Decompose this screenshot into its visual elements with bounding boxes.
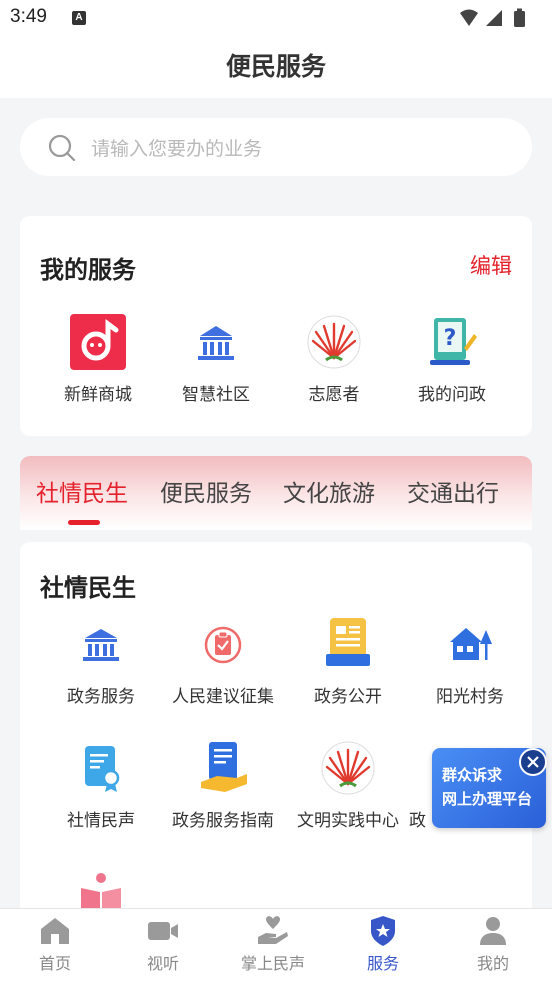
grid-item-label: 人民建议征集	[172, 687, 274, 707]
tab-label: 服务	[366, 954, 399, 973]
tab-video[interactable]: 视听	[108, 915, 218, 974]
close-icon[interactable]	[519, 748, 547, 776]
notification-icon: A	[72, 11, 86, 25]
search-placeholder: 请输入您要办的业务	[91, 138, 263, 160]
edit-button[interactable]: 编辑	[470, 250, 512, 280]
search-icon	[48, 134, 76, 166]
village-house-icon	[442, 616, 498, 672]
heart-hand-icon	[256, 915, 290, 947]
service-shield-icon	[366, 915, 400, 947]
status-icons	[458, 8, 538, 34]
tab-mine[interactable]: 我的	[438, 915, 548, 974]
tab-label: 视听	[146, 954, 179, 973]
home-icon	[38, 915, 72, 947]
tab-label: 首页	[38, 954, 71, 973]
suggestion-clipboard-icon	[195, 616, 251, 672]
community-building-icon	[188, 314, 244, 370]
service-label: 新鲜商城	[64, 385, 132, 405]
grid-item-label: 社情民声	[67, 811, 135, 831]
grid-item-label: 政务公开	[314, 687, 382, 707]
my-services-title: 我的服务	[40, 256, 136, 284]
category-title: 社情民生	[40, 574, 136, 602]
grid-item-service-guide[interactable]: 政务服务指南	[164, 740, 282, 831]
grid-item-government-services[interactable]: 政务服务	[42, 616, 160, 707]
video-icon	[146, 915, 180, 947]
service-volunteer[interactable]: 志愿者	[275, 314, 393, 405]
active-tab-indicator	[68, 520, 100, 525]
tab-transportation[interactable]: 交通出行	[407, 474, 499, 508]
government-building-icon	[73, 616, 129, 672]
guide-doc-hand-icon	[195, 740, 251, 796]
status-bar: 3:49 A	[0, 0, 552, 38]
open-affairs-icon	[320, 616, 376, 672]
service-label: 我的问政	[418, 385, 486, 405]
signal-icon	[460, 8, 525, 27]
status-time: 3:49	[10, 6, 47, 27]
grid-item-public-voice[interactable]: 社情民声	[42, 740, 160, 831]
volunteer-icon	[306, 314, 362, 370]
banner-line-2: 网上办理平台	[442, 790, 533, 808]
mall-icon	[70, 314, 126, 370]
service-inquiry[interactable]: ? 我的问政	[393, 314, 511, 405]
tab-convenience-services[interactable]: 便民服务	[160, 474, 252, 508]
grid-item-label: 政务服务指南	[172, 811, 274, 831]
user-icon	[476, 915, 510, 947]
grid-item-label: 政务服务	[67, 687, 135, 707]
my-services-card: 我的服务 编辑 新鲜商城 智慧社区 志愿者 ? 我的问政	[20, 216, 532, 436]
civilization-icon	[320, 740, 376, 796]
inquiry-icon: ?	[424, 314, 480, 370]
certificate-doc-icon	[73, 740, 129, 796]
banner-line-1: 群众诉求	[442, 766, 503, 784]
tab-services[interactable]: 服务	[328, 915, 438, 974]
service-label: 志愿者	[308, 385, 360, 405]
service-community[interactable]: 智慧社区	[157, 314, 275, 405]
grid-item-label: 阳光村务	[436, 687, 504, 707]
tab-label: 掌上民声	[240, 954, 305, 973]
page-header: 便民服务	[0, 38, 552, 98]
grid-item-civilization-center[interactable]: 文明实践中心	[289, 740, 407, 831]
category-card: 社情民生 政务服务 人民建议征集 政务公开 阳光村务 社情民声 政务服务指南 文…	[20, 542, 532, 922]
search-area: 请输入您要办的业务	[0, 98, 552, 180]
tab-culture-tourism[interactable]: 文化旅游	[283, 474, 375, 508]
tab-label: 我的	[476, 954, 509, 973]
page-title: 便民服务	[225, 52, 326, 81]
tab-social-livelihood[interactable]: 社情民生	[36, 474, 128, 508]
service-label: 智慧社区	[182, 385, 250, 405]
grid-item-label: 文明实践中心	[297, 811, 399, 831]
service-mall[interactable]: 新鲜商城	[39, 314, 157, 405]
grid-item-suggestion[interactable]: 人民建议征集	[164, 616, 282, 707]
grid-item-village-affairs[interactable]: 阳光村务	[411, 616, 529, 707]
bottom-tab-bar: 首页 视听 掌上民声 服务 我的	[0, 908, 552, 983]
svg-text:?: ?	[444, 326, 457, 351]
grid-item-open-affairs[interactable]: 政务公开	[289, 616, 407, 707]
category-tabs: 社情民生 便民服务 文化旅游 交通出行	[20, 456, 532, 530]
tab-public-voice[interactable]: 掌上民声	[218, 915, 328, 974]
tab-home[interactable]: 首页	[0, 915, 110, 974]
search-input[interactable]: 请输入您要办的业务	[20, 118, 532, 176]
